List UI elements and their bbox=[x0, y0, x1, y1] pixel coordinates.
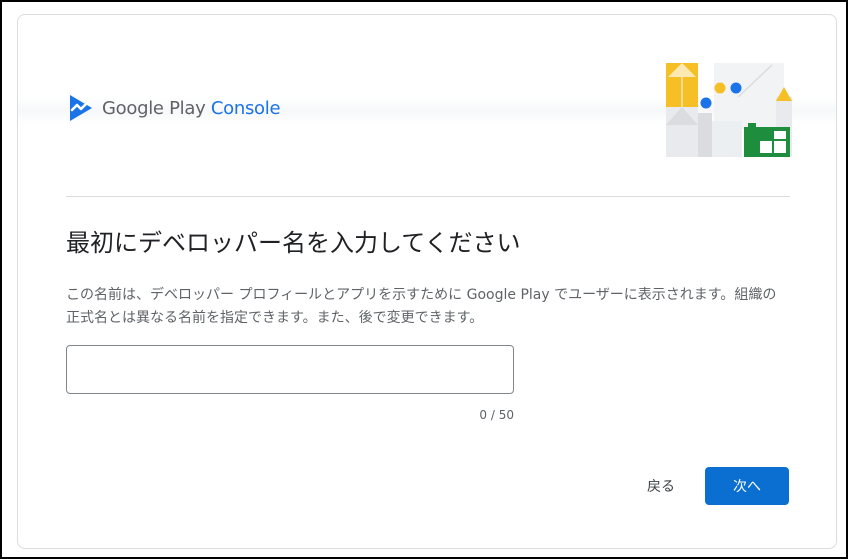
next-button[interactable]: 次へ bbox=[705, 467, 789, 505]
play-console-logo-icon bbox=[68, 94, 94, 122]
developer-name-input[interactable] bbox=[67, 346, 513, 393]
logo-text-accent: Console bbox=[210, 97, 281, 119]
logo-text: Google Play Console bbox=[102, 97, 281, 119]
page-description: この名前は、デベロッパー プロフィールとアプリを示すために Google Pla… bbox=[66, 287, 777, 326]
decorative-shapes-illustration bbox=[666, 61, 792, 157]
char-counter: 0 / 50 bbox=[479, 408, 514, 422]
developer-name-field[interactable] bbox=[66, 345, 514, 394]
logo-text-prefix: Google Play bbox=[102, 97, 211, 119]
setup-card: Google Play Console 最初にデベロッパー名を入力してください … bbox=[17, 14, 837, 549]
header-divider bbox=[66, 196, 790, 197]
window-frame: Google Play Console 最初にデベロッパー名を入力してください … bbox=[0, 0, 848, 559]
back-button[interactable]: 戻る bbox=[634, 467, 688, 505]
play-console-logo: Google Play Console bbox=[68, 93, 281, 123]
page-title: 最初にデベロッパー名を入力してください bbox=[66, 229, 521, 257]
